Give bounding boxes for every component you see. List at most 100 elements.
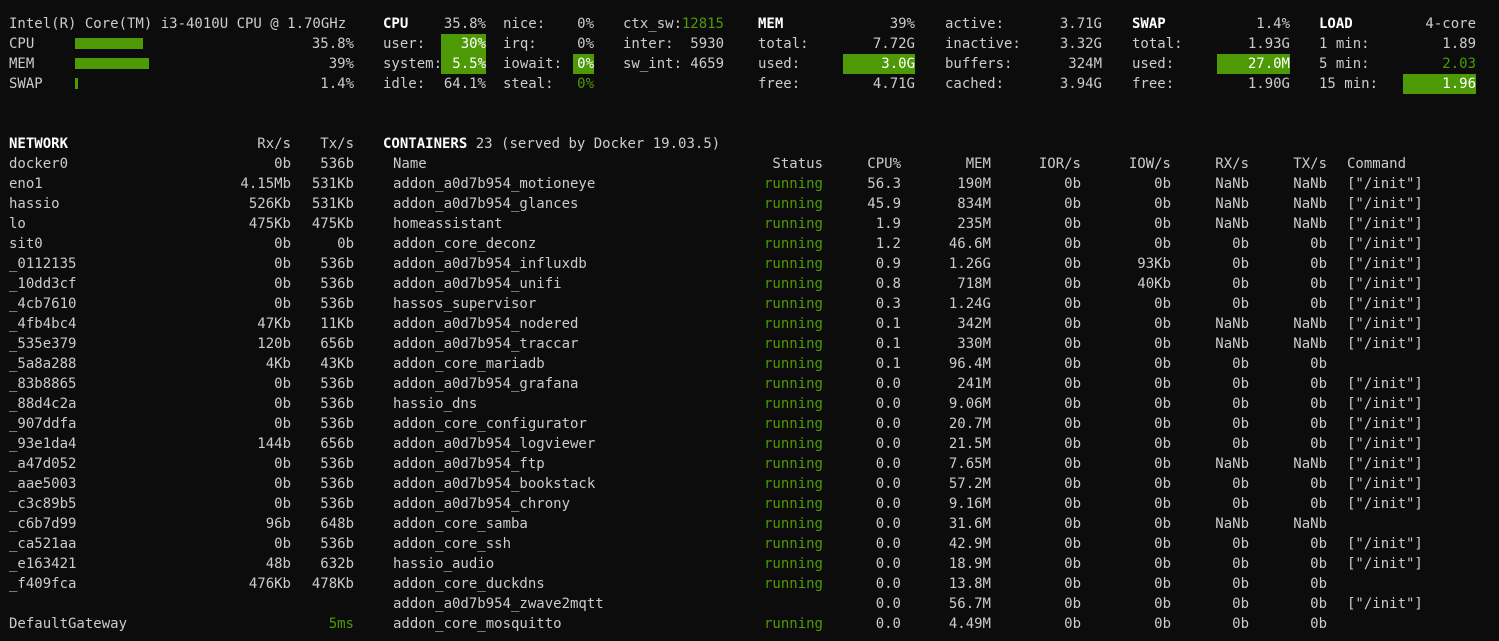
cpu-inter-label: inter: bbox=[623, 36, 674, 52]
col-iow-header: IOW/s bbox=[1128, 156, 1171, 172]
container-tx: 0b bbox=[1310, 576, 1327, 592]
quicklook-swap-bar bbox=[75, 78, 78, 89]
mem-free-value: 4.71G bbox=[872, 76, 915, 92]
container-mem: 57.2M bbox=[948, 476, 991, 492]
container-tx: 0b bbox=[1310, 376, 1327, 392]
load-1min-label: 1 min: bbox=[1319, 36, 1370, 52]
network-rx-header: Rx/s bbox=[257, 136, 291, 152]
container-ior: 0b bbox=[1064, 296, 1081, 312]
container-mem: 4.49M bbox=[948, 616, 991, 632]
container-name: addon_a0d7b954_ftp bbox=[393, 456, 545, 472]
cpu-title: CPU bbox=[383, 16, 409, 32]
container-cpu: 0.0 bbox=[875, 536, 901, 552]
container-tx: 0b bbox=[1310, 596, 1327, 612]
container-rx: 0b bbox=[1232, 296, 1249, 312]
load-cores: 4-core bbox=[1425, 16, 1476, 32]
container-command: ["/init"] bbox=[1347, 476, 1423, 492]
col-cpu-header: CPU% bbox=[867, 156, 901, 172]
container-name: addon_a0d7b954_chrony bbox=[393, 496, 571, 512]
container-iow: 0b bbox=[1154, 576, 1171, 592]
containers-header-row: Name Status CPU% MEM IOR/s IOW/s RX/s TX… bbox=[0, 154, 1499, 174]
container-cpu: 0.0 bbox=[875, 396, 901, 412]
container-ior: 0b bbox=[1064, 236, 1081, 252]
container-cpu: 0.0 bbox=[875, 556, 901, 572]
container-name: addon_a0d7b954_glances bbox=[393, 196, 579, 212]
container-name: addon_a0d7b954_zwave2mqtt bbox=[393, 596, 604, 612]
container-ior: 0b bbox=[1064, 456, 1081, 472]
container-name: addon_a0d7b954_traccar bbox=[393, 336, 579, 352]
container-iow: 0b bbox=[1154, 376, 1171, 392]
container-row: addon_a0d7b954_nodered running 0.1 342M 0b 0b… bbox=[0, 314, 1499, 334]
container-status: running bbox=[763, 376, 823, 392]
container-ior: 0b bbox=[1064, 556, 1081, 572]
container-row: addon_a0d7b954_grafana running 0.0 241M 0b 0b… bbox=[0, 374, 1499, 394]
container-ior: 0b bbox=[1064, 576, 1081, 592]
container-name: hassio_dns bbox=[393, 396, 478, 412]
container-cpu: 1.9 bbox=[875, 216, 901, 232]
container-rx: 0b bbox=[1232, 356, 1249, 372]
container-rx: NaNb bbox=[1215, 516, 1249, 532]
cpu-iowait-value: 0% bbox=[573, 54, 594, 74]
container-ior: 0b bbox=[1064, 396, 1081, 412]
container-mem: 21.5M bbox=[948, 436, 991, 452]
container-row: addon_core_duckdns running 0.0 13.8M 0b 0b 0b 0… bbox=[0, 574, 1499, 594]
container-name: homeassistant bbox=[393, 216, 503, 232]
container-command: ["/init"] bbox=[1347, 236, 1423, 252]
container-name: addon_core_duckdns bbox=[393, 576, 545, 592]
swap-title: SWAP bbox=[1132, 16, 1166, 32]
mem-free-label: free: bbox=[758, 76, 801, 92]
container-iow: 0b bbox=[1154, 356, 1171, 372]
container-cpu: 0.1 bbox=[875, 356, 901, 372]
containers-count: 23 bbox=[475, 136, 493, 152]
container-name: addon_core_mosquitto bbox=[393, 616, 562, 632]
container-rx: 0b bbox=[1232, 376, 1249, 392]
mem-percent: 39% bbox=[889, 16, 915, 32]
mem-title: MEM bbox=[758, 16, 784, 32]
container-row: hassio_dns running 0.0 9.06M 0b 0b 0b 0b ["/init… bbox=[0, 394, 1499, 414]
swap-total-value: 1.93G bbox=[1247, 36, 1290, 52]
cpu-iowait-label: iowait: bbox=[503, 56, 563, 72]
container-status: running bbox=[763, 176, 823, 192]
container-status: running bbox=[763, 576, 823, 592]
container-tx: 0b bbox=[1310, 616, 1327, 632]
container-mem: 13.8M bbox=[948, 576, 991, 592]
container-name: addon_a0d7b954_bookstack bbox=[393, 476, 596, 492]
container-cpu: 0.0 bbox=[875, 576, 901, 592]
container-row: addon_core_mosquitto running 0.0 4.49M 0b 0b 0… bbox=[0, 614, 1499, 634]
container-status: running bbox=[763, 296, 823, 312]
container-cpu: 0.0 bbox=[875, 436, 901, 452]
container-iow: 0b bbox=[1154, 456, 1171, 472]
quicklook-cpu-bar bbox=[75, 38, 143, 49]
col-tx-header: TX/s bbox=[1293, 156, 1327, 172]
container-command: ["/init"] bbox=[1347, 176, 1423, 192]
container-mem: 18.9M bbox=[948, 556, 991, 572]
container-name: addon_a0d7b954_unifi bbox=[393, 276, 562, 292]
container-name: addon_core_configurator bbox=[393, 416, 587, 432]
container-rx: NaNb bbox=[1215, 316, 1249, 332]
container-row: addon_core_mariadb running 0.1 96.4M 0b 0b 0b 0… bbox=[0, 354, 1499, 374]
mem-cached-label: cached: bbox=[945, 76, 1005, 92]
container-tx: 0b bbox=[1310, 416, 1327, 432]
container-mem: 9.16M bbox=[948, 496, 991, 512]
container-tx: 0b bbox=[1310, 256, 1327, 272]
swap-used-value: 27.0M bbox=[1217, 54, 1290, 74]
container-iow: 40Kb bbox=[1137, 276, 1171, 292]
container-status: running bbox=[763, 316, 823, 332]
container-name: addon_a0d7b954_grafana bbox=[393, 376, 579, 392]
container-mem: 241M bbox=[957, 376, 991, 392]
container-name: hassio_audio bbox=[393, 556, 495, 572]
container-tx: 0b bbox=[1310, 296, 1327, 312]
container-name: hassos_supervisor bbox=[393, 296, 537, 312]
mem-buffers-label: buffers: bbox=[945, 56, 1013, 72]
cpu-idle-value: 64.1% bbox=[443, 76, 486, 92]
container-cpu: 0.1 bbox=[875, 336, 901, 352]
container-iow: 0b bbox=[1154, 336, 1171, 352]
container-cpu: 0.0 bbox=[875, 616, 901, 632]
container-command: ["/init"] bbox=[1347, 556, 1423, 572]
container-status: running bbox=[763, 196, 823, 212]
container-mem: 56.7M bbox=[948, 596, 991, 612]
container-rx: NaNb bbox=[1215, 176, 1249, 192]
load-5min-label: 5 min: bbox=[1319, 56, 1370, 72]
container-mem: 1.24G bbox=[948, 296, 991, 312]
container-cpu: 0.0 bbox=[875, 476, 901, 492]
